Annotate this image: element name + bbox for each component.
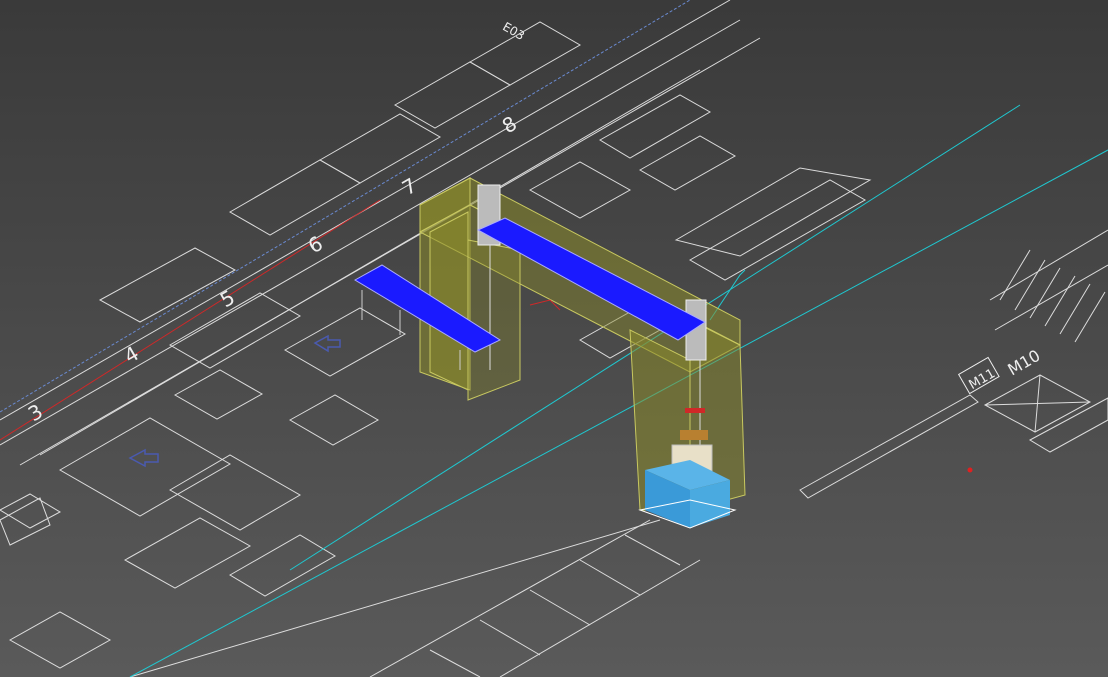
3d-viewport[interactable]: 3 4 5 6 7 8 E03 M10 M11 (0, 0, 1108, 677)
plant-layout-scene: 3 4 5 6 7 8 E03 M10 M11 (0, 0, 1108, 677)
red-marker (967, 467, 973, 473)
